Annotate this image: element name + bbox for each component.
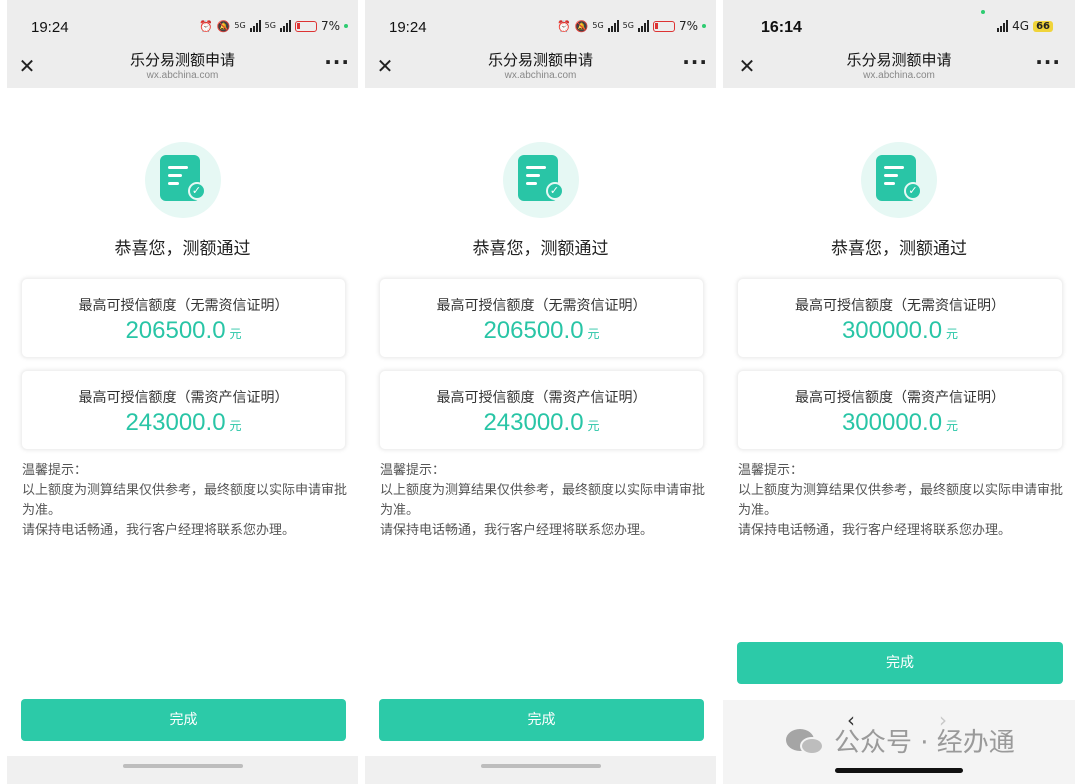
credit-label: 最高可授信额度（需资产信证明） [78, 390, 289, 406]
home-indicator[interactable] [835, 768, 963, 773]
tips-line: 请保持电话畅通，我行客户经理将联系您办理。 [22, 523, 296, 538]
credit-card-with-proof: 最高可授信额度（需资产信证明） 243000.0 元 [21, 370, 346, 450]
tips-line: 以上额度为测算结果仅供参考，最终额度以实际申请审批为准。 [738, 483, 1064, 518]
nav-bar: ✕ 乐分易测额申请 wx.abchina.com ··· [365, 44, 716, 88]
status-icons: 4G 66 [997, 19, 1053, 33]
more-icon[interactable]: ··· [1035, 50, 1061, 74]
credit-amount: 300000.0 元 [841, 409, 959, 436]
document-check-icon: ✓ [144, 142, 221, 218]
network-label: 4G [1012, 19, 1030, 33]
nav-bar: ✕ 乐分易测额申请 wx.abchina.com ··· [723, 44, 1075, 88]
status-time: 19:24 [389, 19, 427, 36]
battery-level: 66 [1033, 20, 1053, 32]
signal-icon [249, 20, 261, 32]
credit-amount: 243000.0 元 [483, 409, 600, 436]
network-5g-label: 5G [592, 21, 604, 30]
phone-screen-3: 16:14 4G 66 ✕ 乐分易测额申请 wx.abchina.com ···… [723, 0, 1075, 784]
signal-icon-2 [637, 20, 649, 32]
tips-title: 温馨提示： [22, 463, 88, 478]
battery-percent: 7% [320, 19, 340, 33]
page-domain: wx.abchina.com [146, 70, 219, 81]
page-domain: wx.abchina.com [504, 70, 577, 81]
done-button[interactable]: 完成 [21, 699, 346, 741]
signal-icon [997, 20, 1009, 32]
wechat-icon [786, 725, 826, 757]
success-message: 恭喜您，测额通过 [831, 239, 967, 259]
tips-title: 温馨提示： [738, 463, 804, 478]
credit-label: 最高可授信额度（无需资信证明） [436, 298, 647, 314]
credit-amount: 243000.0 元 [125, 409, 242, 436]
battery-icon [294, 20, 317, 32]
bottom-strip [365, 756, 716, 784]
credit-label: 最高可授信额度（无需资信证明） [78, 298, 289, 314]
green-dot-icon [702, 24, 706, 28]
watermark: 公众号 · 经办通 [786, 722, 1015, 759]
page-domain: wx.abchina.com [863, 70, 935, 81]
status-bar: 19:24 ⏰ 🔕 5G 5G 7% [365, 0, 716, 44]
tips-line: 以上额度为测算结果仅供参考，最终额度以实际申请审批为准。 [380, 483, 706, 518]
status-time: 16:14 [761, 19, 802, 36]
done-button[interactable]: 完成 [737, 642, 1063, 684]
page-title: 乐分易测额申请 [487, 51, 593, 69]
credit-card-with-proof: 最高可授信额度（需资产信证明） 243000.0 元 [379, 370, 704, 450]
tips-block: 温馨提示： 以上额度为测算结果仅供参考，最终额度以实际申请审批为准。 请保持电话… [380, 461, 706, 541]
credit-card-with-proof: 最高可授信额度（需资产信证明） 300000.0 元 [737, 370, 1063, 450]
green-dot-icon [344, 24, 348, 28]
tips-line: 请保持电话畅通，我行客户经理将联系您办理。 [738, 523, 1012, 538]
alarm-icon: ⏰ [198, 19, 213, 33]
battery-icon [652, 20, 675, 32]
success-message: 恭喜您，测额通过 [114, 239, 251, 259]
success-message: 恭喜您，测额通过 [472, 239, 609, 259]
battery-percent: 7% [678, 19, 698, 33]
tips-line: 请保持电话畅通，我行客户经理将联系您办理。 [380, 523, 654, 538]
more-icon[interactable]: ··· [324, 50, 350, 74]
status-icons: ⏰ 🔕 5G 5G 7% [557, 19, 706, 33]
home-indicator[interactable] [480, 764, 601, 768]
more-icon[interactable]: ··· [682, 50, 708, 74]
status-icons: ⏰ 🔕 5G 5G 7% [199, 19, 348, 33]
credit-amount: 206500.0 元 [483, 317, 600, 344]
signal-icon [607, 20, 619, 32]
credit-card-no-proof: 最高可授信额度（无需资信证明） 206500.0 元 [21, 278, 346, 358]
document-check-icon: ✓ [502, 142, 579, 218]
credit-amount: 206500.0 元 [125, 317, 242, 344]
tips-title: 温馨提示： [380, 463, 446, 478]
network-5g-label-2: 5G [622, 21, 634, 30]
credit-label: 最高可授信额度（无需资信证明） [795, 298, 1005, 314]
status-bar: 16:14 4G 66 [723, 0, 1075, 44]
home-indicator[interactable] [122, 764, 243, 768]
done-button[interactable]: 完成 [379, 699, 704, 741]
network-5g-label-2: 5G [264, 21, 276, 30]
phone-screen-2: 19:24 ⏰ 🔕 5G 5G 7% ✕ 乐分易测额申请 wx.abchina.… [365, 0, 716, 784]
tips-line: 以上额度为测算结果仅供参考，最终额度以实际申请审批为准。 [22, 483, 348, 518]
status-bar: 19:24 ⏰ 🔕 5G 5G 7% [7, 0, 358, 44]
phone-screen-1: 19:24 ⏰ 🔕 5G 5G 7% ✕ 乐分易测额申请 wx.abchina.… [7, 0, 358, 784]
credit-label: 最高可授信额度（需资产信证明） [436, 390, 647, 406]
network-5g-label: 5G [234, 21, 246, 30]
tips-block: 温馨提示： 以上额度为测算结果仅供参考，最终额度以实际申请审批为准。 请保持电话… [22, 461, 348, 541]
mute-icon: 🔕 [574, 19, 589, 33]
bottom-strip [7, 756, 358, 784]
credit-card-no-proof: 最高可授信额度（无需资信证明） 300000.0 元 [737, 278, 1063, 358]
green-dot-icon [981, 10, 985, 14]
page-title: 乐分易测额申请 [129, 51, 235, 69]
credit-label: 最高可授信额度（需资产信证明） [795, 390, 1005, 406]
status-time: 19:24 [31, 19, 69, 36]
tips-block: 温馨提示： 以上额度为测算结果仅供参考，最终额度以实际申请审批为准。 请保持电话… [738, 461, 1065, 541]
credit-card-no-proof: 最高可授信额度（无需资信证明） 206500.0 元 [379, 278, 704, 358]
document-check-icon: ✓ [861, 142, 937, 218]
nav-bar: ✕ 乐分易测额申请 wx.abchina.com ··· [7, 44, 358, 88]
mute-icon: 🔕 [216, 19, 231, 33]
watermark-text: 公众号 · 经办通 [834, 728, 1015, 758]
credit-amount: 300000.0 元 [841, 317, 959, 344]
page-title: 乐分易测额申请 [846, 51, 952, 69]
alarm-icon: ⏰ [556, 19, 571, 33]
signal-icon-2 [279, 20, 291, 32]
